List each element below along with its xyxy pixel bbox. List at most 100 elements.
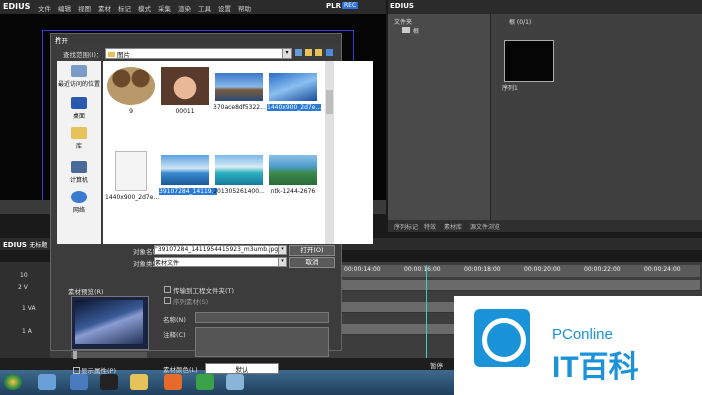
file-item[interactable]: 1440x900_2d7e... xyxy=(267,67,322,111)
window-icon[interactable] xyxy=(226,374,244,390)
timeline-title: EDIUS 无标题 xyxy=(3,241,48,249)
menu-view[interactable]: 视图 xyxy=(78,3,91,13)
place-computer[interactable]: 计算机 xyxy=(57,161,101,184)
place-library[interactable]: 库 xyxy=(57,127,101,150)
network-icon xyxy=(71,191,87,203)
place-desktop[interactable]: 桌面 xyxy=(57,97,101,120)
show-properties-label: 显示属性(P) xyxy=(81,367,116,375)
menu-render[interactable]: 渲染 xyxy=(178,3,191,13)
transfer-label: 传输到工程文件夹(T) xyxy=(173,287,235,295)
lookin-select[interactable]: 图片 xyxy=(105,48,285,59)
default-color-button[interactable]: 默认 xyxy=(205,363,279,374)
slider-thumb[interactable] xyxy=(73,351,77,359)
sequence-label: 序列素材(S) xyxy=(173,298,209,306)
preview-image xyxy=(75,300,143,344)
sequence-checkbox[interactable] xyxy=(164,297,171,304)
new-folder-icon[interactable] xyxy=(315,49,322,56)
note-label: 注释(C) xyxy=(163,331,186,339)
bin-folder-tree[interactable]: 文件夹 根 xyxy=(388,14,491,232)
player-label[interactable]: PLR xyxy=(326,2,341,10)
menu-edit[interactable]: 编辑 xyxy=(58,3,71,13)
open-button[interactable]: 打开(O) xyxy=(289,245,335,256)
tick-label: 00:00:14:00 xyxy=(344,266,381,273)
scrollbar-thumb[interactable] xyxy=(326,90,333,114)
clip-thumbnail[interactable] xyxy=(504,40,554,82)
file-item[interactable]: 370ace8df5322... xyxy=(213,67,266,111)
note-field[interactable] xyxy=(195,327,329,357)
recent-icon xyxy=(71,65,87,77)
file-item[interactable]: ntk-1244-2676 xyxy=(267,151,319,195)
transfer-checkbox[interactable] xyxy=(164,286,171,293)
status-pause: 暂停 xyxy=(430,362,443,370)
file-item[interactable]: 201305261400... xyxy=(213,151,265,195)
file-item[interactable]: 1440x900_2d7e... xyxy=(105,151,159,201)
cancel-button[interactable]: 取消 xyxy=(289,257,335,268)
thumbnail xyxy=(269,73,317,101)
menu-help[interactable]: 帮助 xyxy=(238,3,251,13)
library-icon xyxy=(71,127,87,139)
file-item[interactable]: 00011 xyxy=(159,67,211,115)
menu-settings[interactable]: 设置 xyxy=(218,3,231,13)
folder-icon xyxy=(108,52,115,57)
recorder-label[interactable]: REC xyxy=(342,2,359,9)
thumbnail xyxy=(269,155,317,185)
magnifier-icon xyxy=(482,318,526,362)
menu-clip[interactable]: 素材 xyxy=(98,3,111,13)
start-orb-icon[interactable] xyxy=(4,374,22,390)
tick-label: 00:00:22:00 xyxy=(584,266,621,273)
open-dialog: 打开 ✕ 查找范围(I)： 图片 ▾ 最近访问的位置 桌面 库 计算机 网络 9… xyxy=(50,33,373,375)
document-icon xyxy=(115,151,147,191)
show-properties-checkbox[interactable] xyxy=(73,367,80,374)
view-menu-icon[interactable] xyxy=(326,49,333,56)
qq-icon[interactable] xyxy=(100,374,118,390)
chevron-down-icon[interactable]: ▾ xyxy=(278,257,287,267)
dialog-titlebar: 打开 ✕ xyxy=(51,34,341,45)
ie-icon[interactable] xyxy=(38,374,56,390)
preview-slider[interactable] xyxy=(71,352,147,358)
tab-bin[interactable]: 素材库 xyxy=(444,222,462,231)
tab-source-browser[interactable]: 源文件浏览 xyxy=(470,222,500,231)
clip-name: 序列1 xyxy=(502,85,518,92)
track-2v[interactable] xyxy=(342,280,700,291)
up-folder-icon[interactable] xyxy=(305,49,312,56)
place-network[interactable]: 网络 xyxy=(57,191,101,214)
filename-field[interactable]: "39107284_1411954415923_m3umb.jpg" "14 xyxy=(154,245,280,255)
track-label-1a: 1 A xyxy=(22,328,32,335)
lookin-label: 查找范围(I)： xyxy=(63,51,103,59)
explorer-icon[interactable] xyxy=(130,374,148,390)
back-icon[interactable] xyxy=(295,49,302,56)
timeline-ruler[interactable]: 00:00:14:00 00:00:16:00 00:00:18:00 00:0… xyxy=(342,265,700,277)
chevron-down-icon[interactable]: ▾ xyxy=(278,245,287,255)
place-recent[interactable]: 最近访问的位置 xyxy=(57,65,101,88)
firefox-icon[interactable] xyxy=(164,374,182,390)
tab-sequence-marker[interactable]: 序列标记 xyxy=(394,222,418,231)
thumbnail xyxy=(161,155,209,185)
menu-marker[interactable]: 标记 xyxy=(118,3,131,13)
thumbnail xyxy=(215,73,263,101)
bin-app-name: EDIUS xyxy=(390,2,414,10)
tree-root[interactable]: 根 xyxy=(413,26,419,35)
app-icon[interactable] xyxy=(196,374,214,390)
thumbnail xyxy=(107,67,155,105)
media-player-icon[interactable] xyxy=(70,374,88,390)
menu-tools[interactable]: 工具 xyxy=(198,3,211,13)
menu-mode[interactable]: 模式 xyxy=(138,3,151,13)
tab-effects[interactable]: 特效 xyxy=(424,222,436,231)
close-icon[interactable]: ✕ xyxy=(55,35,338,43)
file-item[interactable]: 9 xyxy=(105,67,157,115)
watermark-title: IT百科 xyxy=(552,351,639,384)
chevron-down-icon[interactable]: ▾ xyxy=(282,48,292,59)
app-logo: EDIUS xyxy=(3,2,31,11)
filetype-select[interactable]: 素材文件 xyxy=(154,257,280,267)
file-list-scrollbar[interactable] xyxy=(325,61,334,244)
playhead[interactable] xyxy=(426,265,427,365)
track-label-1va: 1 VA xyxy=(22,305,36,312)
name-field[interactable] xyxy=(195,312,329,323)
menu-file[interactable]: 文件 xyxy=(38,3,51,13)
places-bar: 最近访问的位置 桌面 库 计算机 网络 xyxy=(57,61,101,244)
file-item[interactable]: 39107284_14119... xyxy=(159,151,218,195)
color-label: 素材颜色(L) xyxy=(163,366,198,374)
tick-label: 00:00:20:00 xyxy=(524,266,561,273)
menu-capture[interactable]: 采集 xyxy=(158,3,171,13)
track-label-2v: 2 V xyxy=(18,284,28,291)
